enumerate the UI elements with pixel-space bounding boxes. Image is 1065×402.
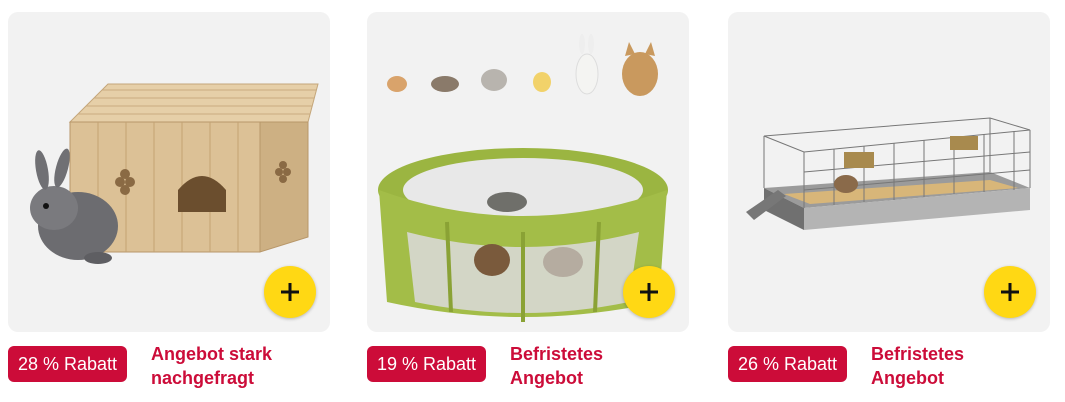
plus-icon: [640, 283, 658, 301]
product-card[interactable]: 19 % Rabatt Befristetes Angebot: [367, 12, 689, 388]
add-to-cart-button[interactable]: [984, 266, 1036, 318]
add-to-cart-button[interactable]: [623, 266, 675, 318]
product-card[interactable]: 26 % Rabatt Befristetes Angebot: [728, 12, 1050, 388]
deal-label: Befristetes Angebot: [510, 344, 604, 388]
plus-icon: [281, 283, 299, 301]
product-image[interactable]: [728, 12, 1050, 332]
product-image[interactable]: [8, 12, 330, 332]
product-card[interactable]: 28 % Rabatt Angebot stark nachgefragt: [8, 12, 330, 388]
add-to-cart-button[interactable]: [264, 266, 316, 318]
discount-badge: 19 % Rabatt: [367, 346, 487, 382]
plus-icon: [1001, 283, 1019, 301]
deal-label: Befristetes Angebot: [871, 344, 965, 388]
discount-badge: 26 % Rabatt: [728, 346, 848, 382]
deal-label: Angebot stark nachgefragt: [151, 344, 273, 388]
product-image[interactable]: [367, 12, 689, 332]
discount-badge: 28 % Rabatt: [8, 346, 128, 382]
